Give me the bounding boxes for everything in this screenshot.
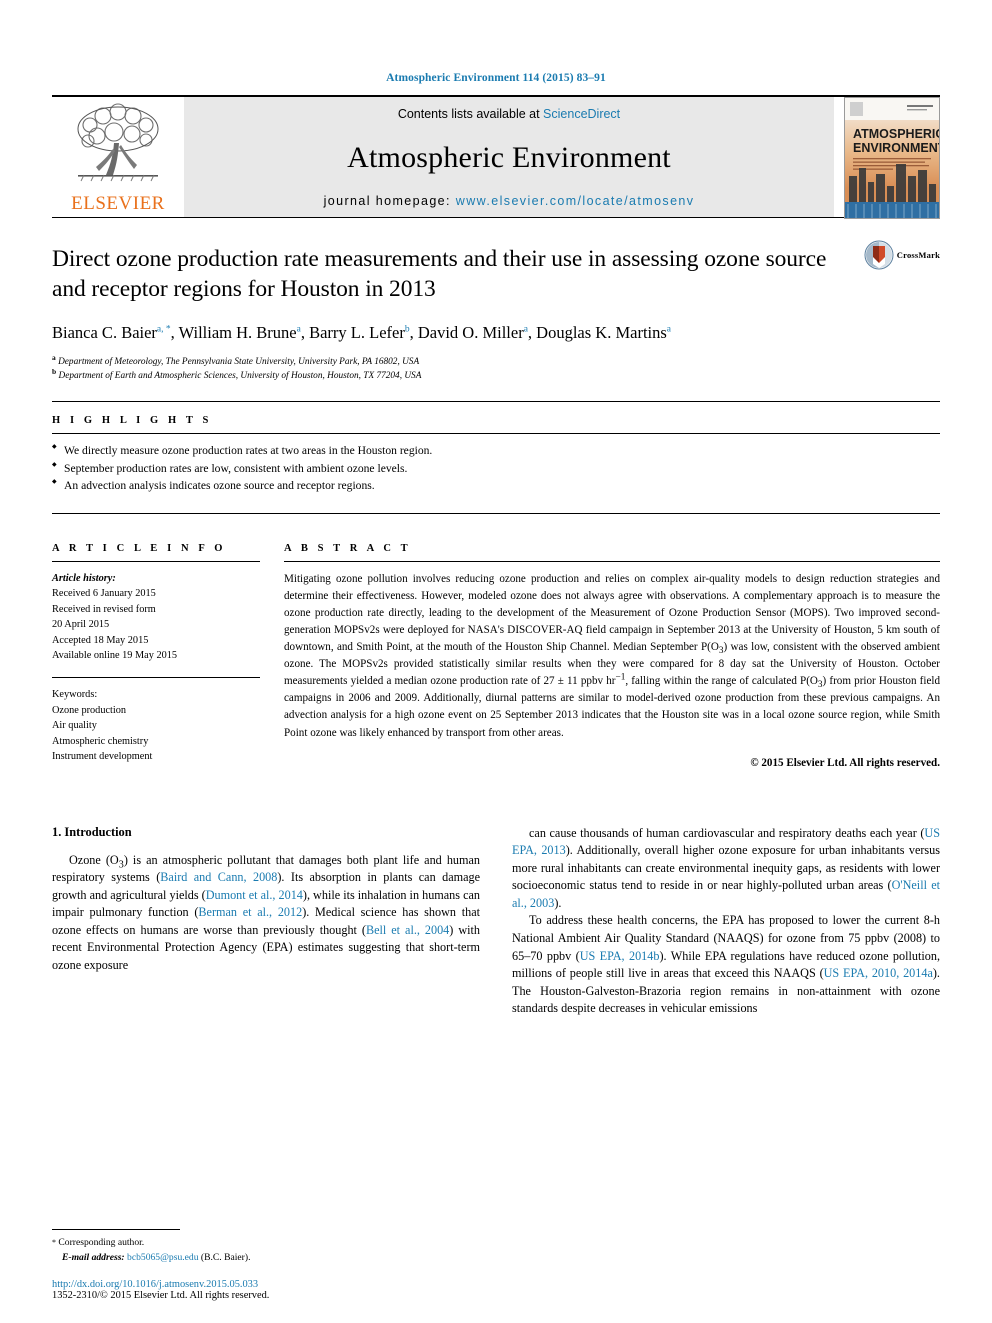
article-info-column: A R T I C L E I N F O Article history: R… — [52, 530, 284, 769]
author-2-name: Barry L. Lefer — [309, 323, 405, 343]
history-item: Received in revised form — [52, 603, 156, 615]
author-1-name: William H. Brune — [178, 323, 297, 343]
affiliation-0-mark: a — [52, 352, 56, 362]
affiliation-1-mark: b — [52, 366, 57, 376]
abstract-column: A B S T R A C T Mitigating ozone polluti… — [284, 530, 940, 769]
footnote-area: * Corresponding author. E-mail address: … — [52, 1229, 476, 1301]
running-head: Atmospheric Environment 114 (2015) 83–91 — [386, 72, 606, 84]
keyword-item: Atmospheric chemistry — [52, 735, 149, 747]
affiliation-1-text: Department of Earth and Atmospheric Scie… — [58, 370, 422, 381]
info-abstract-top-rule — [52, 512, 940, 514]
elsevier-wordmark: ELSEVIER — [71, 193, 165, 214]
highlights-inner-rule — [52, 433, 940, 435]
cover-artwork: ATMOSPHERIC ENVIRONMENT — [845, 98, 939, 218]
footnote-rule — [52, 1229, 180, 1231]
asterisk-icon: * — [52, 1238, 56, 1248]
article-history: Article history: Received 6 January 2015… — [52, 571, 260, 664]
keywords-label: Keywords: — [52, 689, 98, 701]
author-3-marks: a — [523, 324, 528, 335]
author-1[interactable]: William H. Brunea — [179, 323, 301, 342]
abstract-text: Mitigating ozone pollution involves redu… — [284, 572, 940, 739]
abstract-rule — [284, 560, 940, 562]
intro-paragraph-right-2: To address these health concerns, the EP… — [512, 913, 940, 1016]
contents-prefix: Contents lists available at — [397, 107, 544, 121]
abstract-body: Mitigating ozone pollution involves redu… — [284, 571, 940, 742]
author-0[interactable]: Bianca C. Baiera, * — [52, 323, 171, 342]
body-right-column: can cause thousands of human cardiovascu… — [512, 825, 940, 1018]
author-4-name: Douglas K. Martins — [536, 323, 667, 343]
author-4-marks: a — [666, 324, 672, 335]
highlights-top-rule — [52, 401, 940, 403]
author-4[interactable]: Douglas K. Martinsa — [536, 323, 671, 342]
intro-paragraph-right-1: can cause thousands of human cardiovascu… — [512, 825, 940, 910]
highlights-heading: H I G H L I G H T S — [52, 415, 212, 427]
history-item: Accepted 18 May 2015 — [52, 634, 149, 646]
masthead-center-panel: Contents lists available at ScienceDirec… — [184, 97, 834, 217]
homepage-label: journal homepage: — [323, 194, 456, 208]
elsevier-logo: ELSEVIER — [52, 97, 184, 217]
email-line: E-mail address: bcb5065@psu.edu (B.C. Ba… — [52, 1251, 476, 1265]
elsevier-tree-icon — [77, 103, 159, 182]
journal-masthead: ELSEVIER Contents lists available at Sci… — [52, 95, 940, 219]
keywords-rule — [52, 677, 260, 679]
highlights-list: We directly measure ozone production rat… — [52, 442, 940, 495]
history-item: Received 6 January 2015 — [52, 588, 156, 600]
body-left-column: 1. Introduction Ozone (O3) is an atmosph… — [52, 825, 480, 1018]
author-3[interactable]: David O. Millera — [418, 323, 528, 342]
affiliation-list: a Department of Meteorology, The Pennsyl… — [52, 352, 940, 383]
intro-paragraph-left: Ozone (O3) is an atmospheric pollutant t… — [52, 852, 480, 972]
crossmark-icon — [864, 240, 894, 270]
homepage-url-link[interactable]: www.elsevier.com/locate/atmosenv — [456, 194, 695, 208]
author-2-marks: b — [404, 324, 410, 335]
page-title: Direct ozone production rate measurement… — [52, 246, 827, 303]
article-info-rule — [52, 560, 260, 562]
contents-available-line: Contents lists available at ScienceDirec… — [184, 107, 834, 121]
abstract-copyright: © 2015 Elsevier Ltd. All rights reserved… — [750, 756, 940, 769]
journal-homepage-line: journal homepage: www.elsevier.com/locat… — [184, 194, 834, 208]
author-list: Bianca C. Baiera, *, William H. Brunea, … — [52, 323, 672, 343]
email-link[interactable]: bcb5065@psu.edu — [127, 1252, 198, 1263]
article-history-label: Article history: — [52, 572, 116, 584]
sciencedirect-link[interactable]: ScienceDirect — [543, 107, 620, 121]
info-abstract-row: A R T I C L E I N F O Article history: R… — [52, 530, 940, 769]
crossmark-label: CrossMark — [896, 250, 940, 260]
article-info-heading: A R T I C L E I N F O — [52, 542, 227, 554]
affiliation-1: b Department of Earth and Atmospheric Sc… — [52, 367, 940, 383]
svg-text:ENVIRONMENT: ENVIRONMENT — [853, 141, 939, 155]
affiliation-0: a Department of Meteorology, The Pennsyl… — [52, 352, 940, 369]
author-0-marks: a, * — [156, 324, 171, 335]
issn-copyright-line: 1352-2310/© 2015 Elsevier Ltd. All right… — [52, 1290, 270, 1301]
keyword-item: Air quality — [52, 720, 97, 732]
author-0-name: Bianca C. Baier — [52, 323, 157, 343]
journal-title: Atmospheric Environment — [347, 140, 671, 174]
doi-link[interactable]: http://dx.doi.org/10.1016/j.atmosenv.201… — [52, 1279, 476, 1290]
highlight-item: September production rates are low, cons… — [52, 460, 940, 478]
author-3-name: David O. Miller — [417, 323, 524, 343]
email-label: E-mail address: — [62, 1251, 125, 1263]
highlight-item: We directly measure ozone production rat… — [52, 442, 940, 460]
svg-text:ATMOSPHERIC: ATMOSPHERIC — [853, 127, 939, 141]
highlight-item: An advection analysis indicates ozone so… — [52, 477, 940, 495]
crossmark-badge[interactable]: CrossMark — [864, 240, 940, 270]
title-block: Direct ozone production rate measurement… — [52, 218, 940, 383]
section-heading-introduction: 1. Introduction — [52, 824, 132, 839]
article-page: Atmospheric Environment 114 (2015) 83–91 — [0, 0, 992, 1323]
corresponding-author-line: * Corresponding author. — [52, 1236, 476, 1250]
keywords-list: Keywords: Ozone production Air quality A… — [52, 687, 260, 764]
body-columns: 1. Introduction Ozone (O3) is an atmosph… — [52, 825, 940, 1018]
keyword-item: Instrument development — [52, 751, 153, 763]
abstract-heading: A B S T R A C T — [284, 542, 412, 554]
history-item: Available online 19 May 2015 — [52, 650, 178, 662]
keyword-item: Ozone production — [52, 704, 127, 716]
author-1-marks: a — [296, 324, 301, 335]
history-item: 20 April 2015 — [52, 619, 110, 631]
author-2[interactable]: Barry L. Leferb — [309, 323, 410, 342]
journal-cover-thumbnail: ATMOSPHERIC ENVIRONMENT — [844, 97, 940, 219]
corresponding-author-text: Corresponding author. — [58, 1237, 145, 1249]
affiliation-0-text: Department of Meteorology, The Pennsylva… — [58, 357, 420, 368]
email-owner: (B.C. Baier). — [200, 1251, 251, 1263]
